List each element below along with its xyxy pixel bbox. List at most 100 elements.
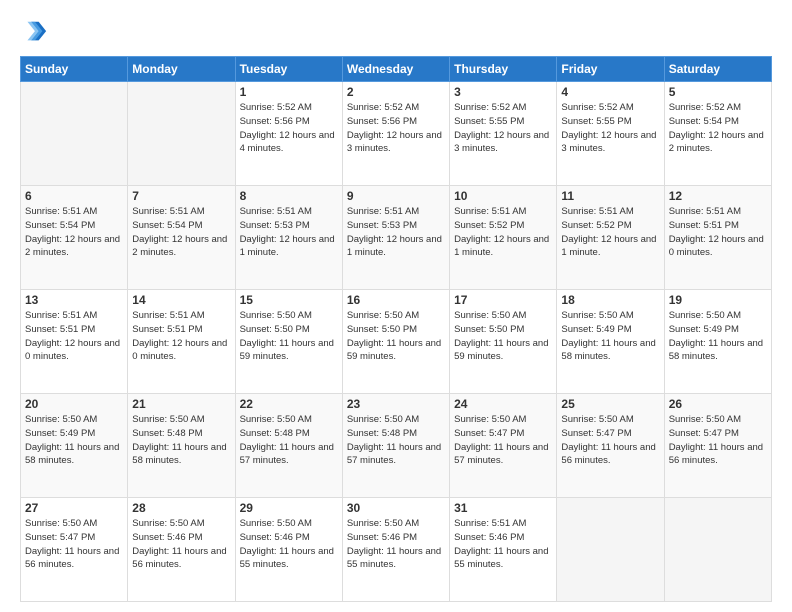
day-number: 10 xyxy=(454,189,552,203)
day-info: Sunrise: 5:51 AM Sunset: 5:51 PM Dayligh… xyxy=(132,309,230,364)
calendar-cell: 23 Sunrise: 5:50 AM Sunset: 5:48 PM Dayli… xyxy=(342,394,449,498)
calendar-cell: 5 Sunrise: 5:52 AM Sunset: 5:54 PM Daylig… xyxy=(664,82,771,186)
day-info: Sunrise: 5:51 AM Sunset: 5:53 PM Dayligh… xyxy=(240,205,338,260)
calendar-cell: 18 Sunrise: 5:50 AM Sunset: 5:49 PM Dayli… xyxy=(557,290,664,394)
calendar-cell: 8 Sunrise: 5:51 AM Sunset: 5:53 PM Daylig… xyxy=(235,186,342,290)
day-number: 5 xyxy=(669,85,767,99)
calendar-cell: 13 Sunrise: 5:51 AM Sunset: 5:51 PM Dayli… xyxy=(21,290,128,394)
day-number: 19 xyxy=(669,293,767,307)
day-info: Sunrise: 5:50 AM Sunset: 5:46 PM Dayligh… xyxy=(132,517,230,572)
weekday-header-tuesday: Tuesday xyxy=(235,57,342,82)
logo-icon xyxy=(20,18,48,46)
day-number: 6 xyxy=(25,189,123,203)
calendar-cell: 20 Sunrise: 5:50 AM Sunset: 5:49 PM Dayli… xyxy=(21,394,128,498)
calendar-cell: 10 Sunrise: 5:51 AM Sunset: 5:52 PM Dayli… xyxy=(450,186,557,290)
calendar-cell: 11Sunrise: 5:51 AM Sunset: 5:52 PM Dayli… xyxy=(557,186,664,290)
day-number: 3 xyxy=(454,85,552,99)
day-info: Sunrise: 5:50 AM Sunset: 5:49 PM Dayligh… xyxy=(25,413,123,468)
day-number: 21 xyxy=(132,397,230,411)
calendar-cell: 25Sunrise: 5:50 AM Sunset: 5:47 PM Dayli… xyxy=(557,394,664,498)
day-info: Sunrise: 5:51 AM Sunset: 5:53 PM Dayligh… xyxy=(347,205,445,260)
day-info: Sunrise: 5:51 AM Sunset: 5:54 PM Dayligh… xyxy=(25,205,123,260)
calendar-cell: 19 Sunrise: 5:50 AM Sunset: 5:49 PM Dayli… xyxy=(664,290,771,394)
calendar-cell: 14 Sunrise: 5:51 AM Sunset: 5:51 PM Dayli… xyxy=(128,290,235,394)
day-info: Sunrise: 5:50 AM Sunset: 5:48 PM Dayligh… xyxy=(347,413,445,468)
day-info: Sunrise: 5:50 AM Sunset: 5:47 PM Dayligh… xyxy=(561,413,659,468)
calendar-week-row: 27Sunrise: 5:50 AM Sunset: 5:47 PM Dayli… xyxy=(21,498,772,602)
day-number: 13 xyxy=(25,293,123,307)
calendar-cell: 28 Sunrise: 5:50 AM Sunset: 5:46 PM Dayli… xyxy=(128,498,235,602)
day-info: Sunrise: 5:52 AM Sunset: 5:56 PM Dayligh… xyxy=(347,101,445,156)
day-info: Sunrise: 5:51 AM Sunset: 5:51 PM Dayligh… xyxy=(25,309,123,364)
day-info: Sunrise: 5:50 AM Sunset: 5:46 PM Dayligh… xyxy=(347,517,445,572)
calendar-cell: 2 Sunrise: 5:52 AM Sunset: 5:56 PM Daylig… xyxy=(342,82,449,186)
day-info: Sunrise: 5:50 AM Sunset: 5:47 PM Dayligh… xyxy=(25,517,123,572)
weekday-header-saturday: Saturday xyxy=(664,57,771,82)
day-number: 22 xyxy=(240,397,338,411)
calendar-cell: 26Sunrise: 5:50 AM Sunset: 5:47 PM Dayli… xyxy=(664,394,771,498)
calendar-cell: 27Sunrise: 5:50 AM Sunset: 5:47 PM Dayli… xyxy=(21,498,128,602)
calendar-cell: 15 Sunrise: 5:50 AM Sunset: 5:50 PM Dayli… xyxy=(235,290,342,394)
calendar-week-row: 20 Sunrise: 5:50 AM Sunset: 5:49 PM Dayli… xyxy=(21,394,772,498)
day-info: Sunrise: 5:51 AM Sunset: 5:52 PM Dayligh… xyxy=(454,205,552,260)
day-number: 12 xyxy=(669,189,767,203)
calendar-cell: 7 Sunrise: 5:51 AM Sunset: 5:54 PM Daylig… xyxy=(128,186,235,290)
weekday-header-sunday: Sunday xyxy=(21,57,128,82)
day-number: 23 xyxy=(347,397,445,411)
logo xyxy=(20,18,52,46)
day-info: Sunrise: 5:52 AM Sunset: 5:55 PM Dayligh… xyxy=(454,101,552,156)
day-info: Sunrise: 5:50 AM Sunset: 5:50 PM Dayligh… xyxy=(347,309,445,364)
day-number: 4 xyxy=(561,85,659,99)
day-number: 20 xyxy=(25,397,123,411)
day-number: 14 xyxy=(132,293,230,307)
day-info: Sunrise: 5:50 AM Sunset: 5:50 PM Dayligh… xyxy=(454,309,552,364)
calendar-cell: 30 Sunrise: 5:50 AM Sunset: 5:46 PM Dayli… xyxy=(342,498,449,602)
weekday-header-thursday: Thursday xyxy=(450,57,557,82)
day-number: 2 xyxy=(347,85,445,99)
day-number: 8 xyxy=(240,189,338,203)
day-number: 28 xyxy=(132,501,230,515)
calendar-week-row: 6 Sunrise: 5:51 AM Sunset: 5:54 PM Daylig… xyxy=(21,186,772,290)
day-number: 17 xyxy=(454,293,552,307)
day-number: 24 xyxy=(454,397,552,411)
calendar-cell xyxy=(557,498,664,602)
day-info: Sunrise: 5:51 AM Sunset: 5:54 PM Dayligh… xyxy=(132,205,230,260)
page: SundayMondayTuesdayWednesdayThursdayFrid… xyxy=(0,0,792,612)
day-info: Sunrise: 5:50 AM Sunset: 5:47 PM Dayligh… xyxy=(669,413,767,468)
calendar-cell: 1 Sunrise: 5:52 AM Sunset: 5:56 PM Daylig… xyxy=(235,82,342,186)
weekday-header-friday: Friday xyxy=(557,57,664,82)
day-number: 18 xyxy=(561,293,659,307)
day-number: 15 xyxy=(240,293,338,307)
calendar-cell: 17 Sunrise: 5:50 AM Sunset: 5:50 PM Dayli… xyxy=(450,290,557,394)
day-info: Sunrise: 5:51 AM Sunset: 5:46 PM Dayligh… xyxy=(454,517,552,572)
calendar-cell: 24Sunrise: 5:50 AM Sunset: 5:47 PM Dayli… xyxy=(450,394,557,498)
calendar-cell xyxy=(664,498,771,602)
calendar-cell: 21Sunrise: 5:50 AM Sunset: 5:48 PM Dayli… xyxy=(128,394,235,498)
day-number: 1 xyxy=(240,85,338,99)
calendar-cell: 22 Sunrise: 5:50 AM Sunset: 5:48 PM Dayli… xyxy=(235,394,342,498)
calendar-cell: 29Sunrise: 5:50 AM Sunset: 5:46 PM Dayli… xyxy=(235,498,342,602)
weekday-header-monday: Monday xyxy=(128,57,235,82)
day-info: Sunrise: 5:52 AM Sunset: 5:54 PM Dayligh… xyxy=(669,101,767,156)
day-number: 30 xyxy=(347,501,445,515)
calendar-cell: 3 Sunrise: 5:52 AM Sunset: 5:55 PM Daylig… xyxy=(450,82,557,186)
calendar-cell: 6 Sunrise: 5:51 AM Sunset: 5:54 PM Daylig… xyxy=(21,186,128,290)
day-info: Sunrise: 5:50 AM Sunset: 5:48 PM Dayligh… xyxy=(240,413,338,468)
calendar-cell: 9 Sunrise: 5:51 AM Sunset: 5:53 PM Daylig… xyxy=(342,186,449,290)
day-info: Sunrise: 5:50 AM Sunset: 5:50 PM Dayligh… xyxy=(240,309,338,364)
calendar-week-row: 1 Sunrise: 5:52 AM Sunset: 5:56 PM Daylig… xyxy=(21,82,772,186)
day-info: Sunrise: 5:52 AM Sunset: 5:56 PM Dayligh… xyxy=(240,101,338,156)
day-number: 9 xyxy=(347,189,445,203)
day-number: 29 xyxy=(240,501,338,515)
calendar-cell xyxy=(128,82,235,186)
day-info: Sunrise: 5:50 AM Sunset: 5:49 PM Dayligh… xyxy=(561,309,659,364)
weekday-header-wednesday: Wednesday xyxy=(342,57,449,82)
day-info: Sunrise: 5:51 AM Sunset: 5:51 PM Dayligh… xyxy=(669,205,767,260)
day-info: Sunrise: 5:50 AM Sunset: 5:49 PM Dayligh… xyxy=(669,309,767,364)
day-number: 16 xyxy=(347,293,445,307)
calendar-cell: 16 Sunrise: 5:50 AM Sunset: 5:50 PM Dayli… xyxy=(342,290,449,394)
weekday-header-row: SundayMondayTuesdayWednesdayThursdayFrid… xyxy=(21,57,772,82)
day-info: Sunrise: 5:51 AM Sunset: 5:52 PM Dayligh… xyxy=(561,205,659,260)
calendar-cell: 4Sunrise: 5:52 AM Sunset: 5:55 PM Daylig… xyxy=(557,82,664,186)
day-number: 7 xyxy=(132,189,230,203)
